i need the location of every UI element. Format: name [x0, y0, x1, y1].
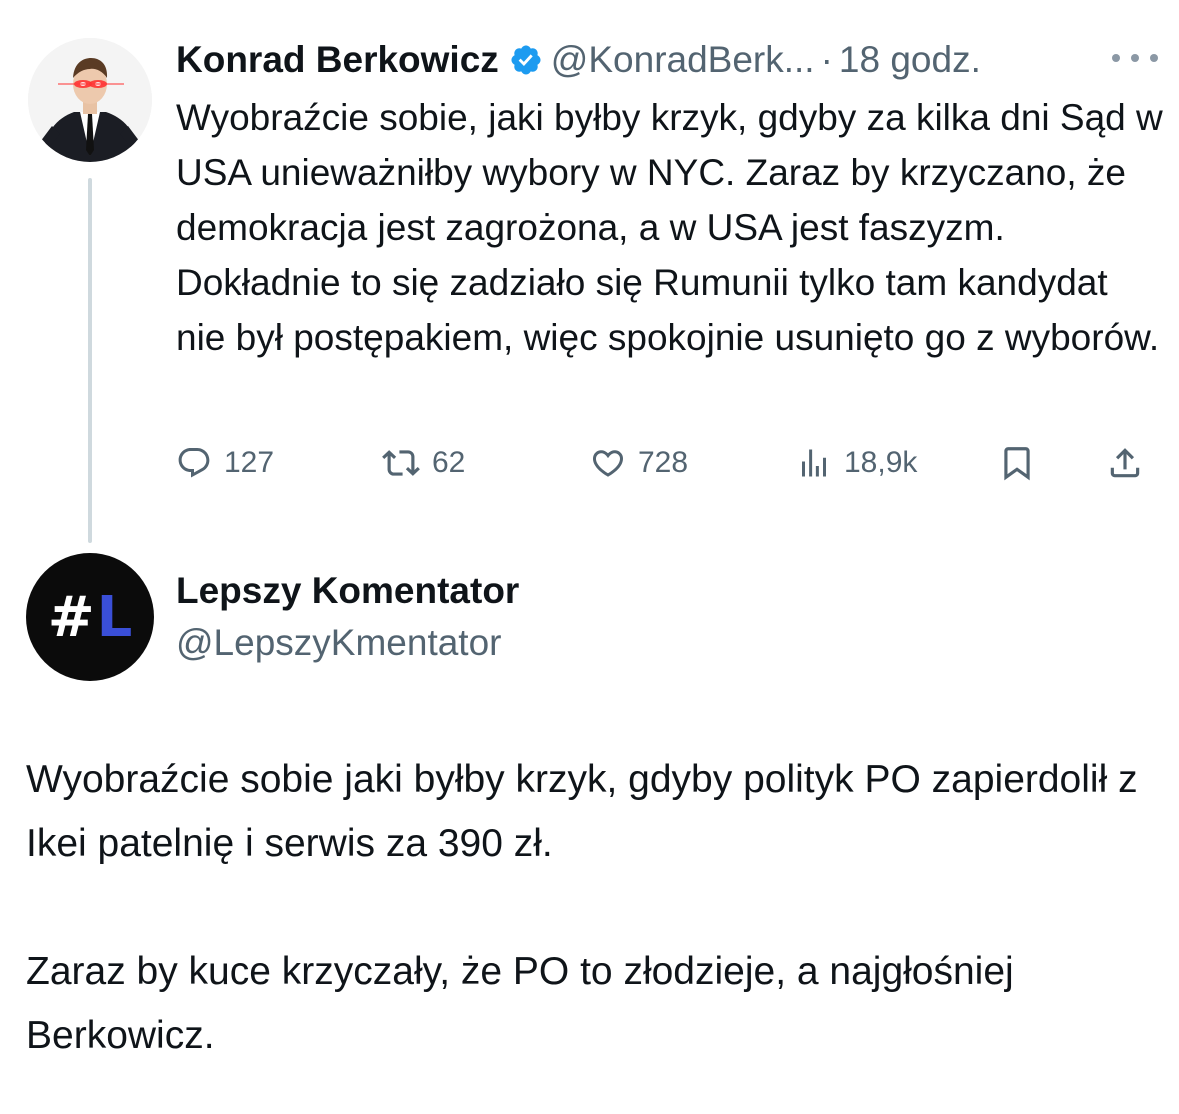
more-icon[interactable] — [1112, 44, 1158, 72]
views-icon — [802, 449, 826, 477]
author-handle[interactable]: @KonradBerk... — [551, 39, 815, 81]
like-button[interactable]: 728 — [590, 440, 688, 486]
tweet-header: Konrad Berkowicz @KonradBerk... · 18 god… — [176, 36, 981, 84]
reply-tweet-text: Wyobraźcie sobie jaki byłby krzyk, gdyby… — [26, 748, 1166, 1068]
tweet-timestamp[interactable]: 18 godz. — [839, 39, 981, 81]
verified-badge-icon — [509, 43, 543, 77]
reply-paragraph-1: Wyobraźcie sobie jaki byłby krzyk, gdyby… — [26, 758, 1138, 865]
avatar-hash-text: # — [47, 584, 95, 650]
reply-count: 127 — [224, 446, 275, 479]
reply-author-avatar[interactable]: # L — [26, 553, 154, 681]
like-count: 728 — [638, 446, 689, 479]
avatar-image — [28, 38, 152, 162]
thread-connector-line — [88, 178, 92, 543]
tweet-actions: 127 62 728 18,9k — [176, 440, 1156, 486]
bookmark-button[interactable] — [998, 440, 1048, 486]
share-icon — [1110, 448, 1140, 478]
views-count: 18,9k — [844, 446, 918, 479]
author-avatar[interactable] — [28, 38, 152, 162]
reply-paragraph-2: Zaraz by kuce krzyczały, że PO to złodzi… — [26, 950, 1014, 1057]
separator-dot: · — [820, 39, 833, 80]
reply-author-name[interactable]: Lepszy Komentator — [176, 570, 519, 612]
share-button[interactable] — [1106, 440, 1156, 486]
avatar-letter-text: L — [96, 584, 133, 650]
retweet-button[interactable]: 62 — [382, 440, 465, 486]
retweet-icon — [382, 450, 420, 476]
original-tweet[interactable]: Konrad Berkowicz @KonradBerk... · 18 god… — [0, 0, 1179, 543]
views-button[interactable]: 18,9k — [796, 440, 917, 486]
like-icon — [592, 450, 624, 477]
retweet-count: 62 — [432, 446, 466, 479]
tweet-text: Wyobraźcie sobie, jaki byłby krzyk, gdyb… — [176, 97, 1163, 358]
bookmark-icon — [1004, 447, 1030, 481]
reply-button[interactable]: 127 — [176, 440, 274, 486]
reply-icon — [178, 448, 210, 478]
author-name[interactable]: Konrad Berkowicz — [176, 39, 499, 81]
reply-author-handle[interactable]: @LepszyKmentator — [176, 622, 501, 664]
